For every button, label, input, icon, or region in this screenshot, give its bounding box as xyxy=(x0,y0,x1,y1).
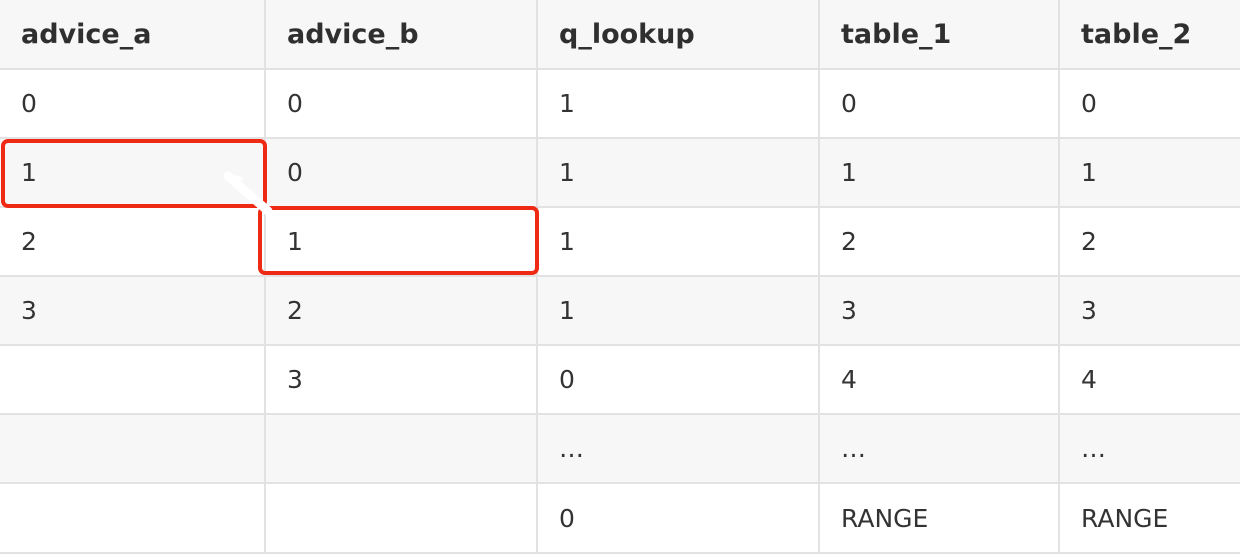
table-cell: 2 xyxy=(265,276,538,346)
table-row: 3 0 4 4 xyxy=(0,345,1240,415)
table-cell: 1 xyxy=(537,207,820,277)
column-header-q-lookup: q_lookup xyxy=(537,0,820,70)
table-cell: 1 xyxy=(0,138,266,208)
table-cell: 2 xyxy=(1059,207,1240,277)
table-cell: RANGE xyxy=(1059,483,1240,554)
table-cell xyxy=(0,483,266,554)
header-row: advice_a advice_b q_lookup table_1 table… xyxy=(0,0,1240,70)
table-cell: 1 xyxy=(537,69,820,139)
table-cell xyxy=(265,414,538,484)
table-cell xyxy=(265,483,538,554)
table-row: 2 1 1 2 2 xyxy=(0,207,1240,277)
table-cell: 3 xyxy=(1059,276,1240,346)
table-cell: 0 xyxy=(537,483,820,554)
table-row: 1 0 1 1 1 xyxy=(0,138,1240,208)
table-cell: RANGE xyxy=(819,483,1060,554)
column-header-advice-b: advice_b xyxy=(265,0,538,70)
table-cell: 3 xyxy=(819,276,1060,346)
table-cell: … xyxy=(537,414,820,484)
table-cell: 1 xyxy=(265,207,538,277)
column-header-table-2: table_2 xyxy=(1059,0,1240,70)
table-row: … … … xyxy=(0,414,1240,484)
table-cell: 0 xyxy=(265,138,538,208)
table-cell: 4 xyxy=(1059,345,1240,415)
table-cell: 1 xyxy=(819,138,1060,208)
table-cell: 1 xyxy=(537,138,820,208)
table-cell: 2 xyxy=(819,207,1060,277)
lookup-table-figure: advice_a advice_b q_lookup table_1 table… xyxy=(0,0,1240,558)
table-cell: … xyxy=(819,414,1060,484)
column-header-table-1: table_1 xyxy=(819,0,1060,70)
column-header-advice-a: advice_a xyxy=(0,0,266,70)
table-cell xyxy=(0,345,266,415)
table-cell: 4 xyxy=(819,345,1060,415)
table-cell: … xyxy=(1059,414,1240,484)
data-table: advice_a advice_b q_lookup table_1 table… xyxy=(0,0,1240,554)
table-cell: 0 xyxy=(1059,69,1240,139)
table-cell: 0 xyxy=(0,69,266,139)
table-cell: 1 xyxy=(1059,138,1240,208)
table-row: 3 2 1 3 3 xyxy=(0,276,1240,346)
table-row: 0 0 1 0 0 xyxy=(0,69,1240,139)
table-cell: 0 xyxy=(265,69,538,139)
table-cell: 0 xyxy=(537,345,820,415)
table-cell: 2 xyxy=(0,207,266,277)
table-cell: 3 xyxy=(0,276,266,346)
table-cell: 0 xyxy=(819,69,1060,139)
table-cell: 1 xyxy=(537,276,820,346)
table-row: 0 RANGE RANGE xyxy=(0,483,1240,554)
table-cell xyxy=(0,414,266,484)
table-cell: 3 xyxy=(265,345,538,415)
